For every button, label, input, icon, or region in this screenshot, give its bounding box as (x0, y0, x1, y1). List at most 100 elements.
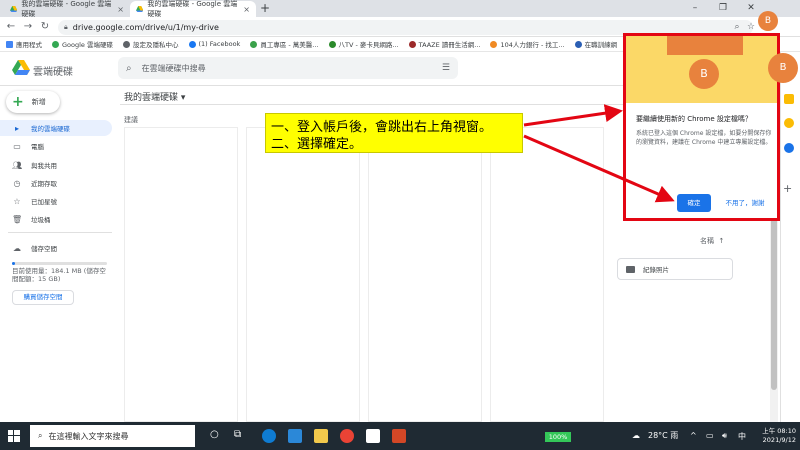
url-text: drive.google.com/drive/u/1/my-drive (72, 23, 219, 32)
close-tab-icon[interactable]: × (117, 5, 124, 14)
network-icon[interactable]: ▭ (706, 431, 714, 440)
popup-body: 系統已登入這個 Chrome 設定檔，如要分開保存你的瀏覽資料，建議在 Chro… (636, 130, 772, 146)
buy-storage-button[interactable]: 購買儲存空間 (12, 290, 74, 305)
storage-usage-fill (12, 262, 15, 265)
account-avatar[interactable]: B (768, 53, 798, 83)
forward-icon[interactable]: → (21, 20, 35, 34)
add-addons-icon[interactable]: + (783, 182, 792, 195)
popup-title: 要繼續使用新的 Chrome 設定檔嗎？ (636, 115, 752, 123)
google-drive-logo-icon[interactable] (12, 60, 30, 75)
plus-icon: + (12, 94, 24, 110)
popup-avatar: B (689, 59, 719, 89)
close-tab-icon[interactable]: × (243, 5, 250, 14)
task-view-icon[interactable]: ⧉ (234, 429, 241, 440)
star-bookmark-icon[interactable]: ☆ (744, 20, 758, 34)
bookmark-taaze[interactable]: TAAZE 讀冊生活網... (408, 39, 480, 49)
new-tab-button[interactable]: + (258, 1, 272, 15)
new-label: 新增 (31, 98, 46, 106)
keep-icon[interactable] (784, 118, 794, 128)
edge-icon[interactable] (262, 429, 276, 443)
computer-icon: ▭ (13, 141, 21, 151)
storage-usage-text: 目前使用量：184.1 MB (儲存空間配額：15 GB) (12, 267, 106, 283)
facebook-icon (188, 40, 196, 48)
popup-confirm-button[interactable]: 確定 (677, 194, 711, 212)
people-icon: 👥︎ (12, 160, 23, 170)
restore-icon[interactable]: ❐ (709, 1, 737, 15)
bookmark-staff[interactable]: 員工專區 - 萬美醫... (250, 39, 319, 49)
sidebar-divider (8, 232, 112, 233)
annotation-line-2: 二、選擇確定。 (271, 137, 363, 152)
file-explorer-icon[interactable] (314, 429, 328, 443)
site-icon (250, 40, 258, 48)
new-button[interactable]: + 新增 (6, 91, 60, 113)
nav-computers[interactable]: ▭ 電腦 (0, 138, 112, 154)
browser-tab-2[interactable]: 我的雲端硬碟 - Google 雲端硬碟 × (130, 0, 256, 18)
nav-storage[interactable]: ☁ 儲存空間 (0, 240, 112, 256)
clock-time: 上午 08:10 (762, 427, 796, 435)
app-name: 雲端硬碟 (33, 67, 73, 78)
nav-my-drive[interactable]: ▸ 我的雲端硬碟 (0, 120, 112, 136)
bookmark-drive[interactable]: Google 雲端硬碟 (52, 39, 113, 49)
suggested-card[interactable] (124, 127, 238, 422)
calendar-icon[interactable] (784, 94, 794, 104)
site-icon (408, 40, 416, 48)
nav-recent[interactable]: ◷ 近期存取 (0, 175, 112, 191)
weather-text[interactable]: 28°C 雨 (648, 430, 678, 441)
windows-start-icon[interactable] (0, 422, 28, 450)
battery-indicator[interactable]: 100% (545, 432, 571, 442)
back-icon[interactable]: ← (4, 20, 18, 34)
storage-usage-bar (12, 262, 107, 265)
folder-icon (626, 265, 635, 273)
taskbar-search-input[interactable]: ⌕ 在這裡輸入文字來搜尋 (30, 425, 195, 447)
my-drive-icon: ▸ (14, 123, 19, 133)
cortana-icon[interactable]: ○ (210, 429, 219, 440)
search-icon: ⌕ (38, 431, 43, 440)
taskbar-search-placeholder: 在這裡輸入文字來搜尋 (48, 431, 129, 441)
notion-icon[interactable] (366, 429, 380, 443)
lock-icon: 🔒︎ (64, 23, 68, 31)
nav-starred[interactable]: ☆ 已加星號 (0, 193, 112, 209)
minimize-icon[interactable]: – (681, 1, 709, 15)
gear-icon (123, 40, 130, 48)
mail-icon[interactable] (288, 429, 302, 443)
bookmark-apps[interactable]: 應用程式 (6, 39, 42, 49)
popup-banner-tab (667, 36, 743, 55)
suggested-card[interactable] (246, 127, 360, 422)
bookmark-104[interactable]: 104人力銀行 - 找工... (490, 39, 565, 49)
tray-expand-icon[interactable]: ^ (690, 431, 697, 440)
drive-favicon-icon (10, 6, 18, 12)
bookmark-privacy[interactable]: 設定及隱私中心 (123, 39, 179, 49)
drive-icon (52, 40, 59, 48)
search-placeholder: 在雲端硬碟中搜尋 (141, 63, 206, 73)
powerpoint-icon[interactable] (392, 429, 406, 443)
arrow-to-popup (523, 104, 623, 127)
star-icon: ☆ (13, 196, 21, 206)
drive-search-input[interactable]: ⌕ 在雲端硬碟中搜尋 ☰ (118, 57, 458, 79)
browser-tab-1[interactable]: 我的雲端硬碟 - Google 雲端硬碟 × (4, 0, 130, 18)
clock-date: 2021/9/12 (762, 436, 796, 444)
reload-icon[interactable]: ↻ (38, 20, 52, 34)
bookmark-training[interactable]: 在職訓練網 (574, 39, 617, 49)
folder-item[interactable]: 紀錄照片 (617, 258, 733, 280)
sort-by-name[interactable]: 名稱 ↑ (700, 236, 724, 246)
volume-icon[interactable]: 🔊︎ (722, 431, 727, 441)
site-icon (574, 40, 582, 48)
chrome-icon[interactable] (340, 429, 354, 443)
apps-grid-icon (6, 40, 13, 48)
chrome-profile-avatar[interactable]: B (758, 11, 778, 31)
search-options-icon[interactable]: ☰ (442, 63, 450, 73)
bookmark-facebook[interactable]: (1) Facebook (188, 40, 240, 48)
nav-shared[interactable]: 👥︎ 與我共用 (0, 157, 112, 173)
site-icon (490, 40, 498, 48)
suggested-card[interactable] (490, 127, 604, 422)
tasks-icon[interactable] (784, 143, 794, 153)
clock[interactable]: 上午 08:10 2021/9/12 (752, 427, 796, 445)
drive-favicon-icon (136, 6, 144, 12)
nav-trash[interactable]: 🗑︎ 垃圾桶 (0, 211, 112, 227)
suggested-card[interactable] (368, 127, 482, 422)
page-title[interactable]: 我的雲端硬碟 ▾ (124, 90, 185, 103)
search-lens-icon[interactable]: ⌕ (730, 20, 744, 34)
popup-decline-button[interactable]: 不用了，謝謝 (720, 194, 770, 212)
bookmark-tv[interactable]: 八TV - 麥卡貝網路... (328, 39, 399, 49)
ime-icon[interactable]: 中 (738, 431, 746, 442)
